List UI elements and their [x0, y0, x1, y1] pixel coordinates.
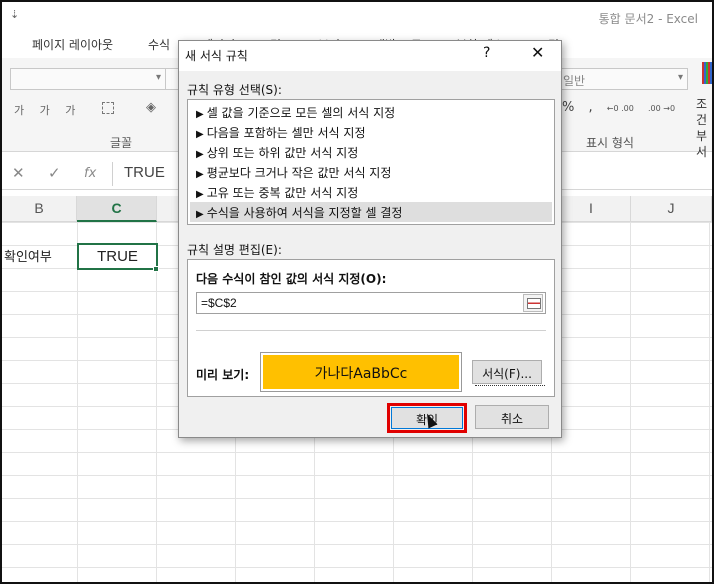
cancel-button[interactable]: 취소 — [475, 405, 549, 429]
title-bar: ⇣ 통합 문서2 - Excel — [2, 2, 712, 32]
quick-access-toolbar-icon[interactable]: ⇣ — [10, 8, 19, 21]
border-icon[interactable] — [102, 102, 114, 114]
formula-bar-input[interactable]: TRUE — [124, 164, 165, 181]
range-select-icon[interactable] — [523, 294, 543, 312]
number-format-dropdown[interactable]: 일반 — [558, 68, 688, 90]
triangle-right-icon: ▶ — [196, 189, 204, 200]
enter-icon[interactable]: ✓ — [48, 164, 61, 182]
triangle-right-icon: ▶ — [196, 129, 204, 140]
rule-type-item[interactable]: ▶ 상위 또는 하위 값만 서식 지정 — [190, 142, 552, 162]
comma-style-button[interactable]: , — [589, 100, 593, 115]
font-group-label: 글꼴 — [110, 136, 133, 150]
triangle-right-icon: ▶ — [196, 149, 204, 160]
tab-page-layout[interactable]: 페이지 레이아웃 — [32, 36, 113, 53]
divider — [196, 330, 546, 331]
fill-handle[interactable] — [153, 266, 159, 272]
formula-bar-divider — [112, 162, 113, 186]
rule-type-item[interactable]: ▶ 고유 또는 중복 값만 서식 지정 — [190, 182, 552, 202]
rule-description-label: 규칙 설명 편집(E): — [187, 243, 282, 257]
help-icon[interactable]: ? — [483, 45, 490, 61]
cancel-icon[interactable]: ✕ — [12, 164, 25, 182]
decrease-decimal-button[interactable]: .00 →0 — [648, 104, 675, 113]
formula-heading: 다음 수식이 참인 값의 서식 지정(O): — [196, 272, 387, 286]
increase-decimal-button[interactable]: ←0 .00 — [607, 104, 634, 113]
preview-box: 가나다AaBbCc — [260, 352, 462, 392]
column-header-i[interactable]: I — [552, 196, 631, 222]
font-name-dropdown[interactable] — [10, 68, 166, 90]
rule-type-label: 규칙 유형 선택(S): — [187, 83, 282, 97]
rule-type-item[interactable]: ▶ 다음을 포함하는 셀만 서식 지정 — [190, 122, 552, 142]
close-icon[interactable]: ✕ — [531, 43, 544, 62]
format-button[interactable]: 서식(F)... — [472, 360, 545, 386]
fill-color-icon[interactable]: ◈ — [146, 100, 156, 115]
column-header-c[interactable]: C — [77, 196, 157, 222]
rule-type-item[interactable]: ▶ 평균보다 크거나 작은 값만 서식 지정 — [190, 162, 552, 182]
rule-type-item-selected[interactable]: ▶ 수식을 사용하여 서식을 지정할 셀 결정 — [190, 202, 552, 222]
formula-input-value: =$C$2 — [201, 296, 237, 310]
triangle-right-icon: ▶ — [196, 209, 204, 220]
window-title: 통합 문서2 - Excel — [598, 12, 698, 26]
new-formatting-rule-dialog: 새 서식 규칙 ? ✕ 규칙 유형 선택(S): ▶ 셀 값을 기준으로 모든 셀… — [178, 40, 562, 438]
cell-b-check-label[interactable]: 확인여부 — [4, 246, 52, 265]
tab-formulas[interactable]: 수식 — [148, 36, 170, 53]
number-format-buttons: % , ←0 .00 .00 →0 — [562, 100, 685, 115]
excel-window: ⇣ 통합 문서2 - Excel 페이지 레이아웃 수식 데이터 검토 보기 개… — [0, 0, 714, 584]
percent-style-button[interactable]: % — [562, 100, 574, 115]
style-gallery-icon[interactable] — [702, 62, 712, 84]
preview-label: 미리 보기: — [196, 368, 250, 382]
font-style-buttons[interactable]: 가 가 가 — [14, 102, 81, 118]
active-cell-c[interactable]: TRUE — [77, 243, 158, 270]
triangle-right-icon: ▶ — [196, 169, 204, 180]
rule-type-item[interactable]: ▶ 셀 값을 기준으로 모든 셀의 서식 지정 — [190, 102, 552, 122]
insert-function-icon[interactable]: fx — [84, 166, 96, 181]
rule-description-panel: 다음 수식이 참인 값의 서식 지정(O): =$C$2 미리 보기: 가나다A… — [187, 259, 555, 397]
preview-sample: 가나다AaBbCc — [263, 355, 459, 389]
triangle-right-icon: ▶ — [196, 109, 204, 120]
number-group-label: 표시 형식 — [586, 136, 634, 150]
dialog-title: 새 서식 규칙 — [185, 49, 248, 63]
column-header-b[interactable]: B — [2, 196, 77, 222]
rule-type-list[interactable]: ▶ 셀 값을 기준으로 모든 셀의 서식 지정 ▶ 다음을 포함하는 셀만 서식 지… — [187, 99, 555, 225]
column-header-j[interactable]: J — [631, 196, 712, 222]
formula-input[interactable]: =$C$2 — [196, 292, 546, 314]
